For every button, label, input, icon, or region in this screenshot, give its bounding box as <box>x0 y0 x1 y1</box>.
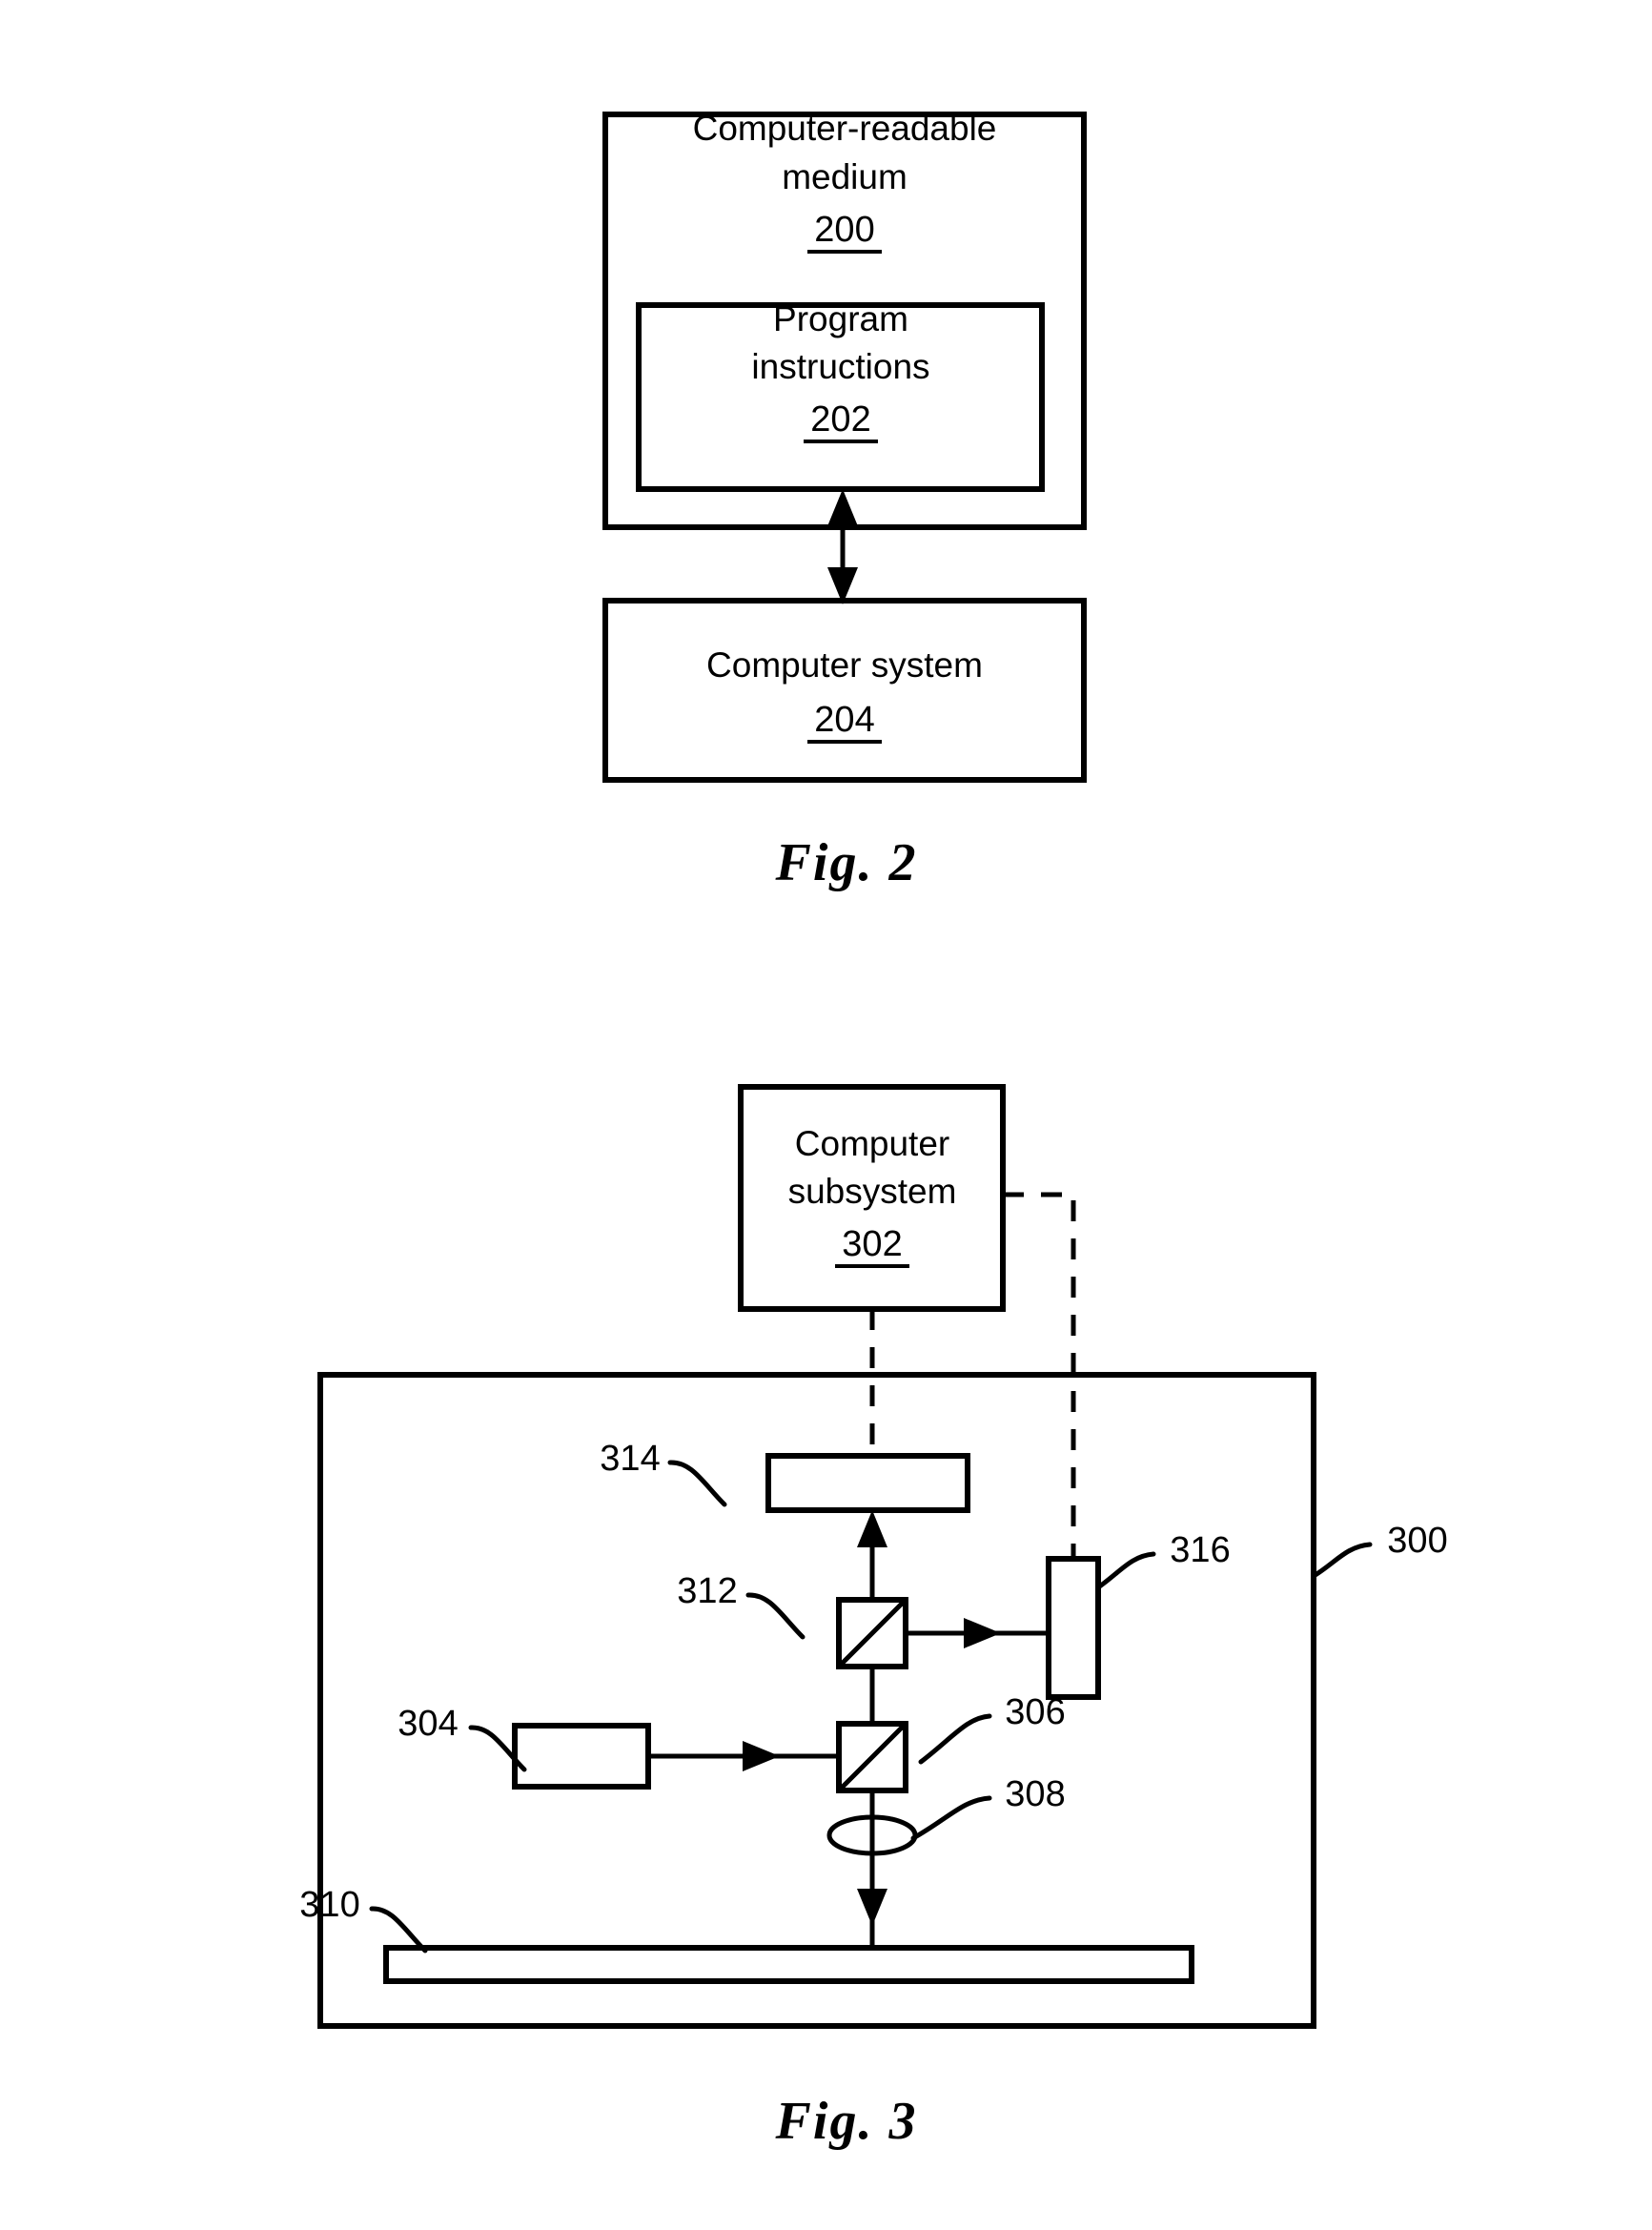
callout-314-ref: 314 <box>600 1439 660 1479</box>
figure-3-group: Computer subsystem 302 300 314 312 316 3… <box>299 1084 1448 2151</box>
callout-306-ref: 306 <box>1005 1692 1065 1732</box>
callout-316-leader <box>1095 1551 1156 1590</box>
bs306-to-specimen-arrowhead <box>857 1889 887 1926</box>
callout-308-ref: 308 <box>1005 1774 1065 1814</box>
computer-subsystem-ref: 302 <box>842 1224 902 1264</box>
bs306-to-specimen-beam <box>857 1790 887 1948</box>
inspection-system-enclosure <box>317 1372 1316 2029</box>
beam-splitter-312-diagonal <box>837 1598 908 1668</box>
medium-to-system-connector <box>827 489 858 604</box>
computer-readable-medium-ref: 200 <box>814 210 874 250</box>
figure-2-caption: Fig. 2 <box>775 833 918 892</box>
callout-308-leader <box>910 1795 992 1841</box>
medium-to-system-arrowhead-up <box>827 489 858 526</box>
program-instructions-label-line1: Program <box>773 299 908 338</box>
figure-3-caption: Fig. 3 <box>775 2092 918 2151</box>
patent-drawing-sheet: Computer-readable medium 200 Program ins… <box>0 0 1652 2230</box>
computer-system-ref: 204 <box>814 700 874 740</box>
bs312-to-detector-316-beam <box>906 1618 1049 1648</box>
computer-subsystem-label-line2: subsystem <box>788 1172 957 1211</box>
callout-314-leader <box>667 1460 727 1507</box>
beam-splitter-306 <box>836 1721 908 1793</box>
source-to-bs306-beam <box>648 1741 839 1771</box>
callout-310-leader <box>369 1906 428 1954</box>
beam-splitter-312 <box>836 1597 908 1669</box>
computer-subsystem-label-line1: Computer <box>795 1124 949 1163</box>
specimen-310-box <box>383 1945 1194 1984</box>
callout-316-ref: 316 <box>1170 1530 1230 1570</box>
computer-readable-medium-label-line1: Computer-readable <box>693 109 997 148</box>
program-instructions-label-line2: instructions <box>751 347 929 386</box>
computer-system-label: Computer system <box>706 645 983 685</box>
light-source-304-box <box>512 1723 651 1790</box>
callout-312-leader <box>745 1592 806 1640</box>
source-to-bs306-arrowhead <box>743 1741 780 1771</box>
detector-316-box <box>1046 1556 1101 1700</box>
bs312-to-detector-314-arrowhead <box>857 1510 887 1547</box>
callout-306-leader <box>918 1713 992 1765</box>
computer-system-box <box>602 598 1087 783</box>
figures-canvas: Computer-readable medium 200 Program ins… <box>299 109 1448 2151</box>
callout-300-ref: 300 <box>1387 1521 1447 1561</box>
bs312-to-detector-314-beam <box>857 1510 887 1600</box>
callout-312-ref: 312 <box>677 1571 737 1611</box>
program-instructions-ref: 202 <box>810 399 870 440</box>
detector-314-box <box>765 1453 970 1513</box>
callout-310-ref: 310 <box>299 1885 359 1925</box>
callout-304-ref: 304 <box>398 1704 458 1744</box>
computer-readable-medium-label-line2: medium <box>782 157 908 196</box>
beam-splitter-306-diagonal <box>837 1722 908 1792</box>
callout-300-leader <box>1311 1542 1373 1579</box>
bs312-to-detector-316-arrowhead <box>964 1618 1001 1648</box>
figure-2-group: Computer-readable medium 200 Program ins… <box>602 109 1087 892</box>
